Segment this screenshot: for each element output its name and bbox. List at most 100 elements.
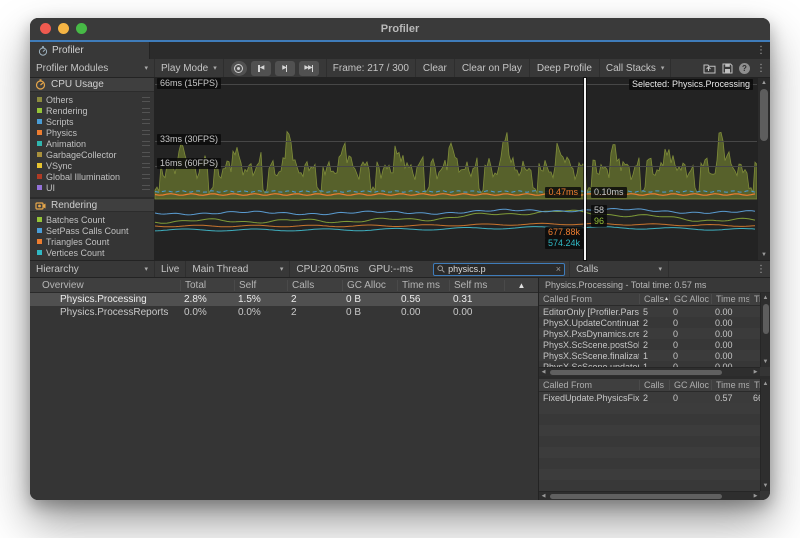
rendering-module-header[interactable]: Rendering — [30, 197, 154, 212]
profiler-modules-dropdown[interactable]: Profiler Modules ▾ — [30, 59, 155, 77]
deep-profile-toggle[interactable]: Deep Profile — [530, 59, 600, 77]
sidebar-item-global-illumination[interactable]: Global Illumination — [30, 171, 154, 182]
toolbar-menu-kebab-icon[interactable]: ⋮ — [756, 63, 766, 74]
next-frame-button[interactable]: ▶ — [275, 61, 295, 76]
tab-label: Profiler — [52, 45, 84, 56]
scroll-up-icon[interactable]: ▲ — [761, 293, 770, 303]
column-header-time-ms[interactable]: Time ms — [711, 294, 749, 304]
table-row[interactable]: PhysX.ScScene.finalizatic100.00 — [539, 350, 760, 361]
scroll-down-icon[interactable]: ▼ — [761, 481, 770, 491]
table-row[interactable]: EditorOnly [Profiler.ParseT500.00 — [539, 306, 760, 317]
current-frame-button[interactable]: ▶▶ — [299, 61, 319, 76]
column-header-gc-alloc[interactable]: GC Alloc — [669, 294, 711, 304]
table-row[interactable]: FixedUpdate.PhysicsFixec200.5766 — [539, 392, 760, 403]
close-button[interactable] — [40, 23, 51, 34]
drag-handle-icon[interactable] — [142, 108, 150, 113]
scroll-up-icon[interactable]: ▲ — [761, 379, 770, 389]
cpu-usage-module-header[interactable]: CPU Usage — [30, 78, 154, 92]
column-header-self-ms[interactable]: Self ms — [449, 280, 504, 291]
drag-handle-icon[interactable] — [142, 174, 150, 179]
table-row[interactable]: PhysX.ScScene.postSolve200.00 — [539, 339, 760, 350]
call-stacks-dropdown[interactable]: Call Stacks ▾ — [600, 59, 672, 77]
sort-asc-icon[interactable]: ▲ — [504, 280, 538, 291]
help-icon[interactable]: ? — [739, 63, 750, 74]
sidebar-item-scripts[interactable]: Scripts — [30, 116, 154, 127]
sidebar-item-vertices-count[interactable]: Vertices Count — [30, 247, 154, 258]
drag-handle-icon[interactable] — [142, 141, 150, 146]
scroll-left-icon[interactable]: ◀ — [539, 492, 548, 500]
column-header-overview[interactable]: Overview — [30, 280, 180, 291]
column-header-time-ms[interactable]: Time ms — [397, 280, 449, 291]
drag-handle-icon[interactable] — [142, 185, 150, 190]
column-header-total[interactable]: Total — [180, 280, 234, 291]
called-from-hscrollbar[interactable]: ◀ ▶ — [539, 367, 760, 376]
clear-search-icon[interactable]: × — [556, 265, 561, 274]
sidebar-item-ui[interactable]: UI — [30, 182, 154, 193]
column-header-gc-alloc[interactable]: GC Alloc — [342, 280, 397, 291]
tab-profiler[interactable]: Profiler — [30, 42, 150, 59]
live-toggle[interactable]: Live — [155, 261, 186, 277]
callers-hscrollbar[interactable]: ◀ ▶ — [539, 491, 760, 500]
details-view-dropdown[interactable]: Calls ▾ — [569, 261, 669, 277]
search-field[interactable]: × — [433, 263, 565, 276]
clear-on-play-toggle[interactable]: Clear on Play — [455, 59, 530, 77]
table-row[interactable]: PhysX.PxsDynamics.creat200.00 — [539, 328, 760, 339]
sidebar-item-physics[interactable]: Physics — [30, 127, 154, 138]
clear-button[interactable]: Clear — [416, 59, 455, 77]
sidebar-item-triangles-count[interactable]: Triangles Count — [30, 236, 154, 247]
minimize-button[interactable] — [58, 23, 69, 34]
previous-frame-button[interactable]: ◀ — [251, 61, 271, 76]
record-button[interactable] — [231, 61, 247, 76]
tab-menu-kebab-icon[interactable]: ⋮ — [752, 42, 770, 59]
drag-handle-icon[interactable] — [142, 130, 150, 135]
column-header-self[interactable]: Self — [234, 280, 287, 291]
column-header-called-from[interactable]: Called From — [539, 294, 639, 304]
cpu-usage-chart[interactable]: 66ms (15FPS) 33ms (30FPS) 16ms (60FPS) S… — [155, 78, 757, 199]
view-mode-dropdown[interactable]: Hierarchy ▾ — [30, 261, 155, 277]
sidebar-item-rendering[interactable]: Rendering — [30, 105, 154, 116]
sidebar-item-vsync[interactable]: VSync — [30, 160, 154, 171]
column-header-calls[interactable]: Calls — [287, 280, 342, 291]
sidebar-item-batches-count[interactable]: Batches Count — [30, 214, 154, 225]
drag-handle-icon[interactable] — [142, 97, 150, 102]
column-header-calls[interactable]: Calls — [639, 380, 669, 390]
column-header-gc-alloc[interactable]: GC Alloc — [669, 380, 711, 390]
charts-scrollbar[interactable]: ▲ ▼ — [757, 78, 770, 260]
table-row[interactable]: PhysX.UpdateContinuatio200.00 — [539, 317, 760, 328]
scroll-left-icon[interactable]: ◀ — [539, 368, 548, 376]
load-profile-icon[interactable] — [703, 63, 716, 74]
sidebar-item-setpass-calls-count[interactable]: SetPass Calls Count — [30, 225, 154, 236]
scroll-down-icon[interactable]: ▼ — [758, 250, 770, 260]
table-row[interactable]: Physics.ProcessReports0.0%0.0%20 B0.000.… — [30, 306, 538, 319]
title-bar[interactable]: Profiler — [30, 18, 770, 40]
frame-selection-line[interactable] — [584, 78, 586, 260]
called-from-vscrollbar[interactable]: ▲ ▼ — [760, 293, 770, 367]
drag-handle-icon[interactable] — [142, 152, 150, 157]
drag-handle-icon[interactable] — [142, 163, 150, 168]
charts-scrollbar-thumb[interactable] — [760, 89, 768, 141]
rendering-module-list: Batches CountSetPass Calls CountTriangle… — [30, 212, 154, 260]
zoom-button[interactable] — [76, 23, 87, 34]
scroll-right-icon[interactable]: ▶ — [751, 492, 760, 500]
scroll-up-icon[interactable]: ▲ — [758, 78, 770, 88]
sidebar-item-garbagecollector[interactable]: GarbageCollector — [30, 149, 154, 160]
scroll-right-icon[interactable]: ▶ — [751, 368, 760, 376]
rendering-chart[interactable] — [155, 200, 757, 260]
callers-vscrollbar[interactable]: ▲ ▼ — [760, 379, 770, 491]
search-input[interactable] — [448, 264, 553, 274]
thread-dropdown[interactable]: Main Thread ▾ — [186, 261, 290, 277]
chart-area[interactable]: 66ms (15FPS) 33ms (30FPS) 16ms (60FPS) S… — [155, 78, 757, 260]
sidebar-item-others[interactable]: Others — [30, 94, 154, 105]
column-header-calls[interactable]: Calls▴ — [639, 294, 669, 304]
render-chart-svg — [155, 200, 757, 260]
column-header-called-from[interactable]: Called From — [539, 380, 639, 390]
column-header-time-ms[interactable]: Time ms▴ — [711, 380, 749, 390]
save-profile-icon[interactable] — [722, 63, 733, 74]
table-row[interactable]: Physics.Processing2.8%1.5%20 B0.560.31 — [30, 293, 538, 306]
target-selection-dropdown[interactable]: Play Mode ▾ — [155, 59, 224, 77]
chevron-down-icon: ▾ — [661, 65, 665, 72]
hierarchy-menu-kebab-icon[interactable]: ⋮ — [752, 264, 770, 275]
sidebar-item-animation[interactable]: Animation — [30, 138, 154, 149]
scroll-down-icon[interactable]: ▼ — [761, 357, 770, 367]
drag-handle-icon[interactable] — [142, 119, 150, 124]
